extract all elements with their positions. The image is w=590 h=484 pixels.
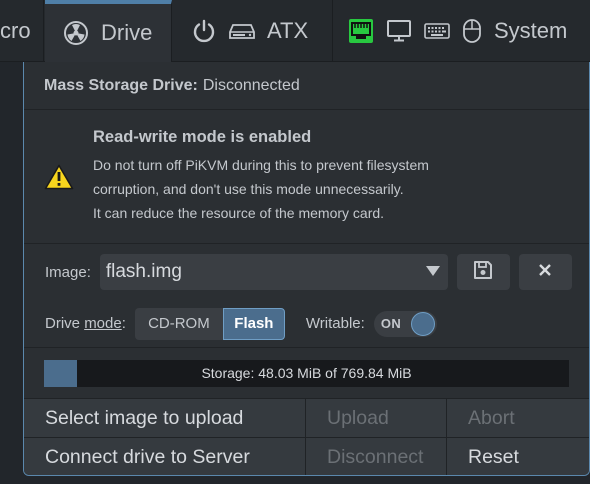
warning-line: It can reduce the resource of the memory… [93,205,385,221]
panel-title-prefix: Mass Storage Drive: [44,76,198,94]
ethernet-icon [348,18,374,44]
warning-icon [24,164,94,190]
monitor-icon [386,19,412,43]
nav-macro-label: cro [0,18,31,43]
drive-mode-switch: CD-ROM Flash [134,307,285,340]
reset-button[interactable]: Reset [447,438,589,475]
download-image-button[interactable] [456,254,510,290]
abort-button[interactable]: Abort [447,399,589,437]
mass-storage-panel: Mass Storage Drive: Disconnected Read-wr… [23,62,590,476]
storage-text: Storage: 48.03 MiB of 769.84 MiB [201,365,412,381]
panel-title: Mass Storage Drive: Disconnected [24,62,589,110]
connect-drive-button[interactable]: Connect drive to Server [24,438,306,475]
save-icon [473,260,493,285]
image-select-value: flash.img [105,261,182,282]
toggle-knob [410,311,435,336]
nav-system[interactable]: System [334,0,590,62]
writable-toggle-state: ON [380,315,402,331]
mode-cdrom-button[interactable]: CD-ROM [134,307,223,340]
storage-progress-bar: Storage: 48.03 MiB of 769.84 MiB [44,359,569,387]
image-label: Image: [45,263,91,281]
drive-icon [63,20,89,46]
writable-toggle[interactable]: ON [373,310,437,337]
drive-status: Disconnected [202,76,300,94]
writable-label: Writable: [305,315,365,332]
storage-row: Storage: 48.03 MiB of 769.84 MiB [24,348,589,398]
select-image-button[interactable]: Select image to upload [24,399,306,437]
hdd-icon [229,21,255,41]
mouse-icon [462,18,482,44]
power-icon [191,18,217,44]
dropdown-arrow-icon [425,261,440,283]
nav-system-label: System [494,18,568,43]
nav-drive[interactable]: Drive [45,0,172,62]
nav-atx[interactable]: ATX [173,0,333,62]
mode-flash-button[interactable]: Flash [222,307,285,340]
top-navbar: cro Drive ATX System [0,0,590,62]
close-icon [539,263,552,281]
upload-button-row: Select image to upload Upload Abort [24,398,589,437]
remove-image-button[interactable] [518,254,572,290]
upload-button[interactable]: Upload [306,399,447,437]
image-row: Image: flash.img [24,244,589,300]
keyboard-icon [424,22,450,40]
warning-heading: Read-write mode is enabled [93,128,312,146]
nav-macro[interactable]: cro [0,0,44,62]
disconnect-button[interactable]: Disconnect [306,438,447,475]
image-select[interactable]: flash.img [99,254,448,290]
warning-line: corruption, and don't use this mode unne… [93,181,404,197]
drive-mode-row: Drive mode: CD-ROM Flash Writable: ON [24,300,589,348]
nav-drive-label: Drive [101,20,153,45]
read-write-warning: Read-write mode is enabled Do not turn o… [24,110,589,244]
drive-mode-label: Drive mode: [45,315,126,332]
nav-atx-label: ATX [267,18,309,43]
warning-line: Do not turn off PiKVM during this to pre… [93,157,429,173]
connection-button-row: Connect drive to Server Disconnect Reset [24,437,589,475]
warning-text: Read-write mode is enabled Do not turn o… [93,128,429,225]
